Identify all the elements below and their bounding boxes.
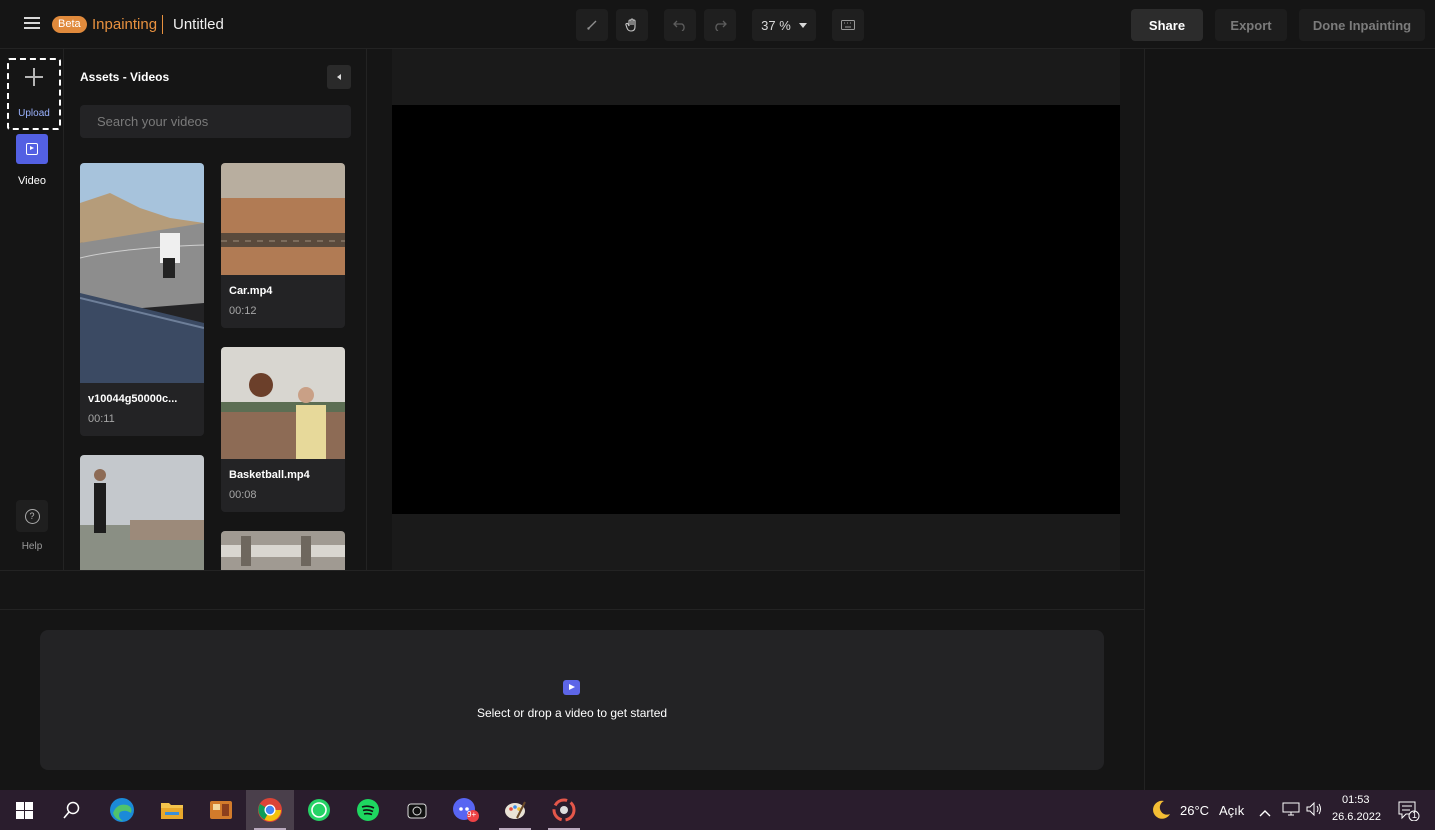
video-duration: 00:08 [229,489,257,501]
app-brand: Inpainting [92,16,158,33]
nav-video[interactable]: Video [0,132,64,192]
video-name: Basketball.mp4 [229,469,310,481]
video-card[interactable] [80,455,204,570]
undo-button[interactable] [664,9,696,41]
app-icon[interactable] [197,790,245,830]
video-card[interactable] [221,531,345,570]
notifications-icon[interactable]: 1 [1398,801,1420,826]
video-name: v10044g50000c... [88,393,178,405]
assets-panel: Assets - Videos v10044g50000c... 00:11 [64,49,367,570]
undo-icon [673,20,685,31]
recorder-app-icon[interactable] [540,790,588,830]
network-icon[interactable] [1282,802,1300,821]
canvas-area [368,49,1144,570]
canvas-margin-bottom [392,514,1120,570]
left-nav-rail: Upload Video ? Help [0,49,64,570]
weather-moon-icon[interactable] [1150,799,1172,826]
search-icon[interactable] [48,790,96,830]
beta-badge: Beta [52,16,87,33]
properties-panel [1144,49,1435,790]
export-button[interactable]: Export [1215,9,1287,41]
redo-icon [715,20,727,31]
video-canvas[interactable] [392,105,1120,514]
video-thumbnail [80,455,204,570]
video-thumbnail [80,163,204,383]
drop-zone-text: Select or drop a video to get started [476,706,668,720]
nav-video-label: Video [18,175,46,187]
brand-divider [162,15,163,34]
video-duration: 00:11 [88,413,115,425]
windows-taskbar: 9+ 26°C Açık 01:53 26.6.2022 1 [0,790,1435,830]
chevron-down-icon [798,22,807,28]
video-thumbnail [221,347,345,459]
file-explorer-icon[interactable] [148,790,196,830]
brush-icon [587,20,597,30]
video-card[interactable]: Car.mp4 00:12 [221,163,345,328]
canvas-margin-top [392,49,1120,105]
video-card[interactable]: Basketball.mp4 00:08 [221,347,345,512]
video-thumbnail [221,163,345,275]
help-button[interactable]: ? Help [0,497,64,557]
zoom-value: 37 % [761,17,791,33]
zoom-select[interactable]: 37 % [752,9,816,41]
share-button[interactable]: Share [1131,9,1203,41]
weather-description[interactable]: Açık [1219,803,1244,818]
video-drop-zone[interactable]: Select or drop a video to get started [40,630,1104,770]
timeline-toolbar [0,570,1144,610]
hamburger-menu-icon[interactable] [24,17,40,31]
video-play-icon [563,680,580,695]
video-name: Car.mp4 [229,285,273,297]
help-icon: ? [16,500,48,532]
upload-label: Upload [18,108,50,119]
notification-count: 1 [1412,810,1418,820]
collapse-panel-button[interactable] [327,65,351,89]
hand-icon [625,18,636,32]
upload-button[interactable]: Upload [7,58,61,130]
keyboard-icon [841,20,855,30]
edge-browser-icon[interactable] [98,790,146,830]
keyboard-shortcuts-button[interactable] [832,9,864,41]
document-title[interactable]: Untitled [173,16,224,33]
plus-icon [25,68,43,86]
discord-badge: 9+ [467,810,477,819]
search-videos-input[interactable] [80,105,351,138]
brush-tool-button[interactable] [576,9,608,41]
chevron-up-icon[interactable] [1259,804,1271,822]
whatsapp-icon[interactable] [295,790,343,830]
top-bar: Beta Inpainting Untitled 37 % Share Expo… [0,0,1435,49]
paint-app-icon[interactable] [491,790,539,830]
video-thumbnail [221,531,345,570]
camera-app-icon[interactable] [393,790,441,830]
video-icon [16,134,48,164]
help-label: Help [21,541,43,552]
windows-start-icon[interactable] [0,790,48,830]
clock-time[interactable]: 01:53 [1342,794,1370,806]
video-card[interactable]: v10044g50000c... 00:11 [80,163,204,436]
hand-tool-button[interactable] [616,9,648,41]
chevron-left-icon [337,74,341,80]
discord-icon[interactable]: 9+ [442,790,490,830]
clock-date[interactable]: 26.6.2022 [1332,811,1381,823]
weather-temperature[interactable]: 26°C [1180,803,1209,818]
video-duration: 00:12 [229,305,257,317]
redo-button[interactable] [704,9,736,41]
assets-title: Assets - Videos [80,70,170,84]
timeline: Select or drop a video to get started [0,610,1144,790]
spotify-icon[interactable] [344,790,392,830]
inpainting-app: Beta Inpainting Untitled 37 % Share Expo… [0,0,1435,790]
volume-icon[interactable] [1306,801,1322,821]
chrome-browser-icon[interactable] [246,790,294,830]
done-inpainting-button[interactable]: Done Inpainting [1299,9,1425,41]
